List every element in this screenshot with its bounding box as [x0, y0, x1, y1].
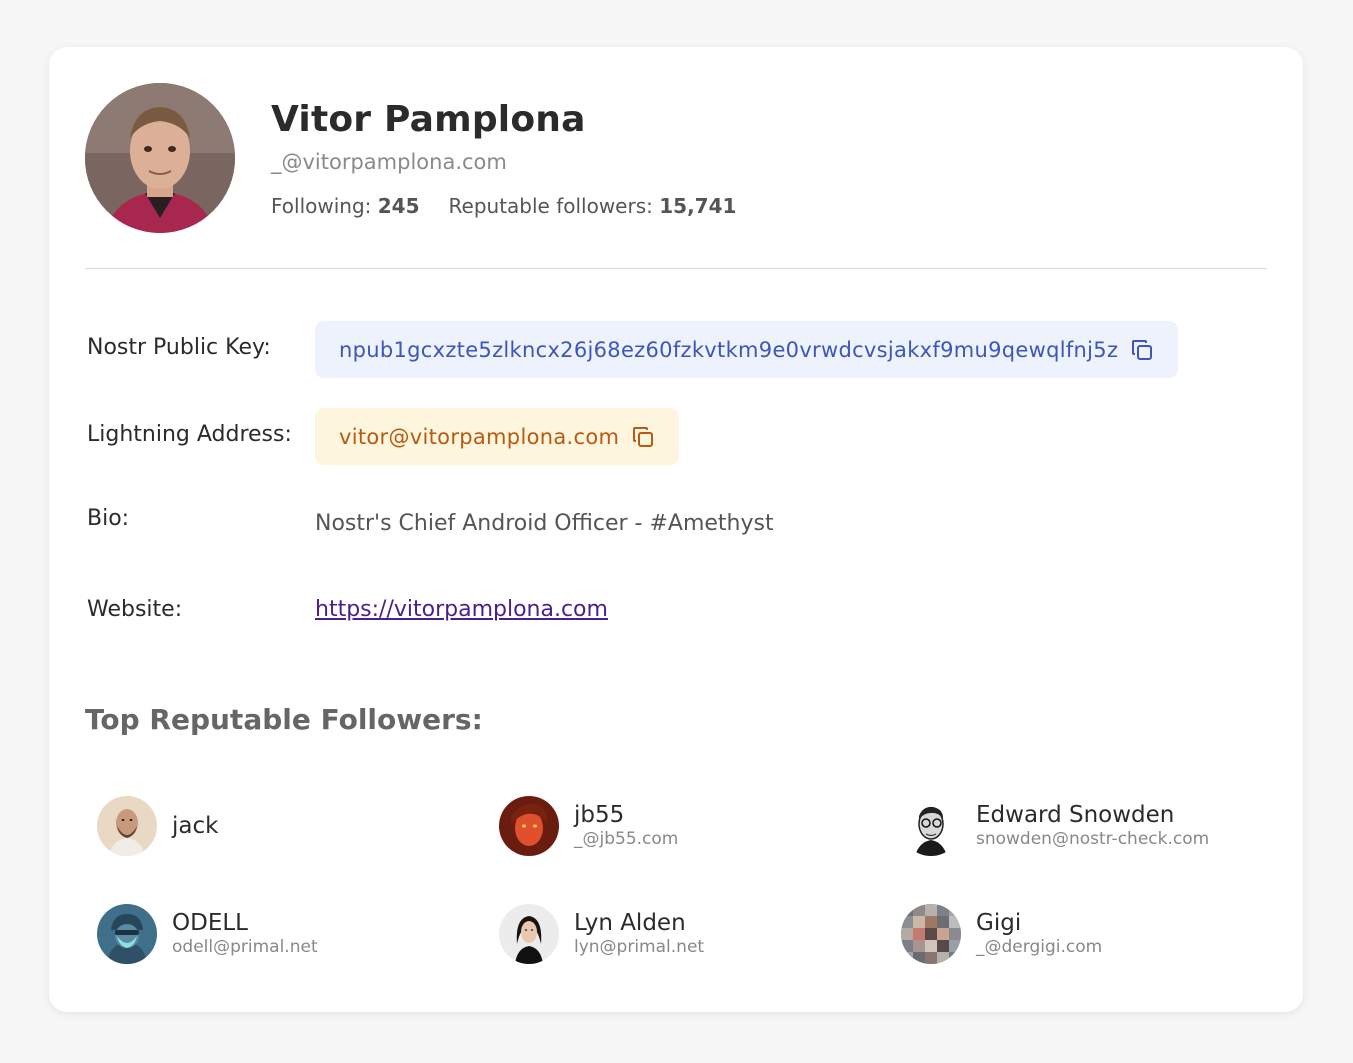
avatar: [901, 904, 961, 964]
follower-handle: _@jb55.com: [574, 829, 679, 849]
follower-name: Gigi: [976, 910, 1022, 936]
follower-name: Lyn Alden: [574, 910, 686, 936]
followers-label: Reputable followers:: [448, 194, 653, 218]
following-stat: Following: 245: [271, 194, 420, 218]
follower-name: jack: [172, 813, 219, 839]
lightning-pill[interactable]: vitor@vitorpamplona.com: [315, 408, 680, 465]
lightning-value[interactable]: vitor@vitorpamplona.com: [339, 425, 619, 449]
profile-stats: Following: 245 Reputable followers: 15,7…: [271, 194, 736, 218]
follower-item[interactable]: Gigi _@dergigi.com: [901, 903, 1281, 965]
lightning-label: Lightning Address:: [87, 422, 292, 447]
follower-name: Edward Snowden: [976, 802, 1175, 828]
npub-label: Nostr Public Key:: [87, 335, 271, 360]
follower-item[interactable]: jack: [97, 795, 477, 857]
profile-handle: _@vitorpamplona.com: [271, 150, 507, 174]
follower-handle: lyn@primal.net: [574, 937, 705, 957]
bio-label: Bio:: [87, 506, 130, 531]
avatar: [97, 904, 157, 964]
bio-value: Nostr's Chief Android Officer - #Amethys…: [315, 511, 774, 536]
npub-value[interactable]: npub1gcxzte5zlkncx26j68ez60fzkvtkm9e0vrw…: [339, 338, 1118, 362]
avatar: [97, 796, 157, 856]
follower-item[interactable]: ODELL odell@primal.net: [97, 903, 477, 965]
avatar: [499, 904, 559, 964]
avatar: [499, 796, 559, 856]
follower-handle: odell@primal.net: [172, 937, 318, 957]
website-link[interactable]: https://vitorpamplona.com: [315, 597, 608, 622]
following-label: Following:: [271, 194, 372, 218]
follower-handle: snowden@nostr-check.com: [976, 829, 1210, 849]
copy-icon[interactable]: [631, 425, 655, 449]
website-label: Website:: [87, 597, 183, 622]
profile-avatar: [85, 83, 235, 233]
copy-icon[interactable]: [1130, 338, 1154, 362]
following-count: 245: [377, 194, 420, 218]
top-followers-title: Top Reputable Followers:: [85, 703, 483, 736]
follower-item[interactable]: Edward Snowden snowden@nostr-check.com: [901, 795, 1281, 857]
followers-count: 15,741: [659, 194, 737, 218]
follower-handle: _@dergigi.com: [976, 937, 1103, 957]
profile-name: Vitor Pamplona: [271, 99, 586, 140]
follower-name: jb55: [574, 802, 625, 828]
npub-pill[interactable]: npub1gcxzte5zlkncx26j68ez60fzkvtkm9e0vrw…: [315, 321, 1179, 378]
follower-item[interactable]: Lyn Alden lyn@primal.net: [499, 903, 879, 965]
avatar: [901, 796, 961, 856]
followers-stat: Reputable followers: 15,741: [449, 194, 737, 218]
follower-item[interactable]: jb55 _@jb55.com: [499, 795, 879, 857]
profile-card: Vitor Pamplona _@vitorpamplona.com Follo…: [49, 47, 1303, 1012]
follower-name: ODELL: [172, 910, 248, 936]
header-divider: [85, 268, 1267, 269]
